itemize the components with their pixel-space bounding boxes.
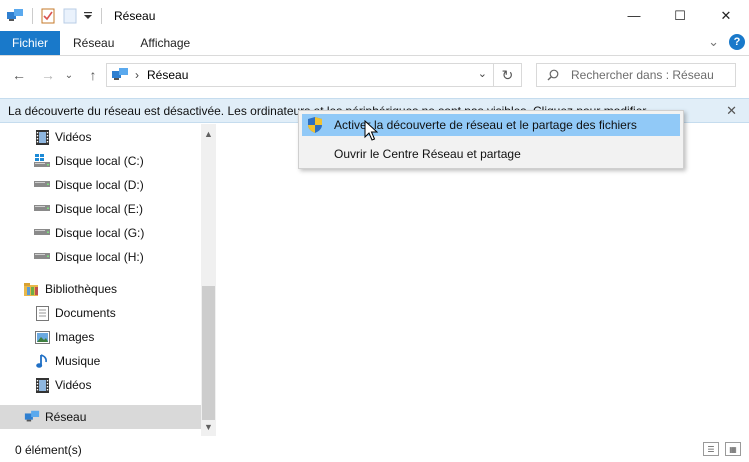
nav-item-videos-library[interactable]: Vidéos: [0, 373, 201, 397]
maximize-button[interactable]: ☐: [657, 0, 703, 31]
drive-icon: [34, 177, 50, 193]
nav-item-libraries[interactable]: Bibliothèques: [0, 277, 201, 301]
nav-item-drive-c[interactable]: Disque local (C:): [0, 149, 201, 173]
content-area[interactable]: [218, 124, 749, 436]
minimize-button[interactable]: —: [611, 0, 657, 31]
up-button[interactable]: ↑: [82, 64, 104, 86]
nav-item-network[interactable]: Réseau: [0, 405, 201, 429]
expand-ribbon-icon[interactable]: ⌄: [708, 34, 719, 50]
ribbon-right-controls: ⌄ ?: [708, 34, 745, 50]
tab-reseau[interactable]: Réseau: [60, 31, 127, 55]
network-icon[interactable]: [6, 7, 24, 25]
context-menu: Activer la découverte de réseau et le pa…: [298, 110, 684, 169]
nav-item-label: Musique: [55, 354, 101, 368]
windows-drive-icon: [34, 153, 50, 169]
recent-locations-button[interactable]: ⌄: [62, 64, 76, 86]
search-input[interactable]: Rechercher dans : Réseau: [536, 63, 736, 87]
help-icon[interactable]: ?: [729, 34, 745, 50]
video-icon: [34, 129, 50, 145]
refresh-button[interactable]: ↻: [493, 64, 521, 86]
search-placeholder: Rechercher dans : Réseau: [571, 68, 714, 82]
menu-item-open-network-center[interactable]: Ouvrir le Centre Réseau et partage: [302, 143, 680, 165]
menu-item-label: Ouvrir le Centre Réseau et partage: [334, 147, 521, 161]
large-icons-view-icon[interactable]: ▦: [725, 442, 741, 456]
mouse-pointer-icon: [364, 120, 378, 141]
search-icon: [547, 69, 559, 81]
nav-item-label: Disque local (E:): [55, 202, 144, 216]
toolbar-divider: [32, 7, 33, 24]
nav-item-drive-h[interactable]: Disque local (H:): [0, 245, 201, 269]
item-count: 0 élément(s): [15, 442, 82, 457]
libraries-icon: [24, 281, 40, 297]
nav-item-pictures[interactable]: Images: [0, 325, 201, 349]
nav-pane-scrollbar[interactable]: ▲ ▼: [201, 124, 216, 436]
drive-icon: [34, 225, 50, 241]
nav-item-drive-e[interactable]: Disque local (E:): [0, 197, 201, 221]
nav-item-label: Documents: [55, 306, 116, 320]
window-controls: — ☐ ✕: [611, 0, 749, 31]
drive-icon: [34, 201, 50, 217]
quick-access-toolbar: [0, 0, 108, 31]
menu-item-enable-network-discovery[interactable]: Activer la découverte de réseau et le pa…: [302, 114, 680, 136]
scrollbar-thumb[interactable]: [202, 286, 215, 420]
breadcrumb-item-reseau[interactable]: Réseau: [147, 68, 188, 82]
window-title: Réseau: [114, 8, 156, 23]
nav-item-label: Vidéos: [55, 378, 92, 392]
pictures-icon: [34, 329, 50, 345]
forward-button[interactable]: →: [37, 64, 59, 86]
nav-item-music[interactable]: Musique: [0, 349, 201, 373]
nav-item-label: Bibliothèques: [45, 282, 118, 296]
address-bar[interactable]: › Réseau ⌄ ↻: [106, 63, 522, 87]
scroll-up-button[interactable]: ▲: [201, 126, 216, 141]
music-icon: [34, 353, 50, 369]
documents-icon: [34, 305, 50, 321]
network-icon: [111, 67, 129, 83]
title-bar: Réseau — ☐ ✕: [0, 0, 749, 31]
tab-affichage[interactable]: Affichage: [127, 31, 203, 55]
view-buttons: ☰ ▦: [703, 442, 741, 456]
customize-toolbar-icon[interactable]: [83, 7, 93, 25]
status-bar: 0 élément(s) ☰ ▦: [0, 437, 749, 462]
breadcrumb-separator[interactable]: ›: [135, 68, 139, 82]
menu-item-label: Activer la découverte de réseau et le pa…: [334, 118, 637, 132]
address-dropdown-icon[interactable]: ⌄: [478, 67, 487, 80]
close-button[interactable]: ✕: [703, 0, 749, 31]
nav-item-label: Images: [55, 330, 95, 344]
nav-item-label: Vidéos: [55, 130, 92, 144]
nav-item-documents[interactable]: Documents: [0, 301, 201, 325]
back-button[interactable]: ←: [8, 64, 30, 86]
ribbon-tabs: Fichier Réseau Affichage ⌄ ?: [0, 31, 749, 56]
properties-icon[interactable]: [39, 7, 57, 25]
new-folder-icon[interactable]: [61, 7, 79, 25]
drive-icon: [34, 249, 50, 265]
video-icon: [34, 377, 50, 393]
nav-item-label: Disque local (C:): [55, 154, 144, 168]
navigation-bar: ← → ⌄ ↑ › Réseau ⌄ ↻ Rechercher dans : R…: [0, 59, 749, 91]
uac-shield-icon: [308, 117, 322, 136]
toolbar-divider: [101, 7, 102, 24]
nav-item-label: Disque local (H:): [55, 250, 144, 264]
scroll-down-button[interactable]: ▼: [201, 419, 216, 434]
nav-item-label: Disque local (G:): [55, 226, 145, 240]
nav-item-drive-d[interactable]: Disque local (D:): [0, 173, 201, 197]
navigation-pane: Vidéos Disque local (C:) Disque local (D…: [0, 124, 216, 436]
nav-item-label: Réseau: [45, 410, 87, 424]
nav-item-drive-g[interactable]: Disque local (G:): [0, 221, 201, 245]
network-icon: [24, 409, 40, 425]
tab-fichier[interactable]: Fichier: [0, 31, 61, 55]
infobar-close-button[interactable]: ✕: [726, 103, 737, 119]
details-view-icon[interactable]: ☰: [703, 442, 719, 456]
nav-item-label: Disque local (D:): [55, 178, 144, 192]
nav-item-videos[interactable]: Vidéos: [0, 125, 201, 149]
